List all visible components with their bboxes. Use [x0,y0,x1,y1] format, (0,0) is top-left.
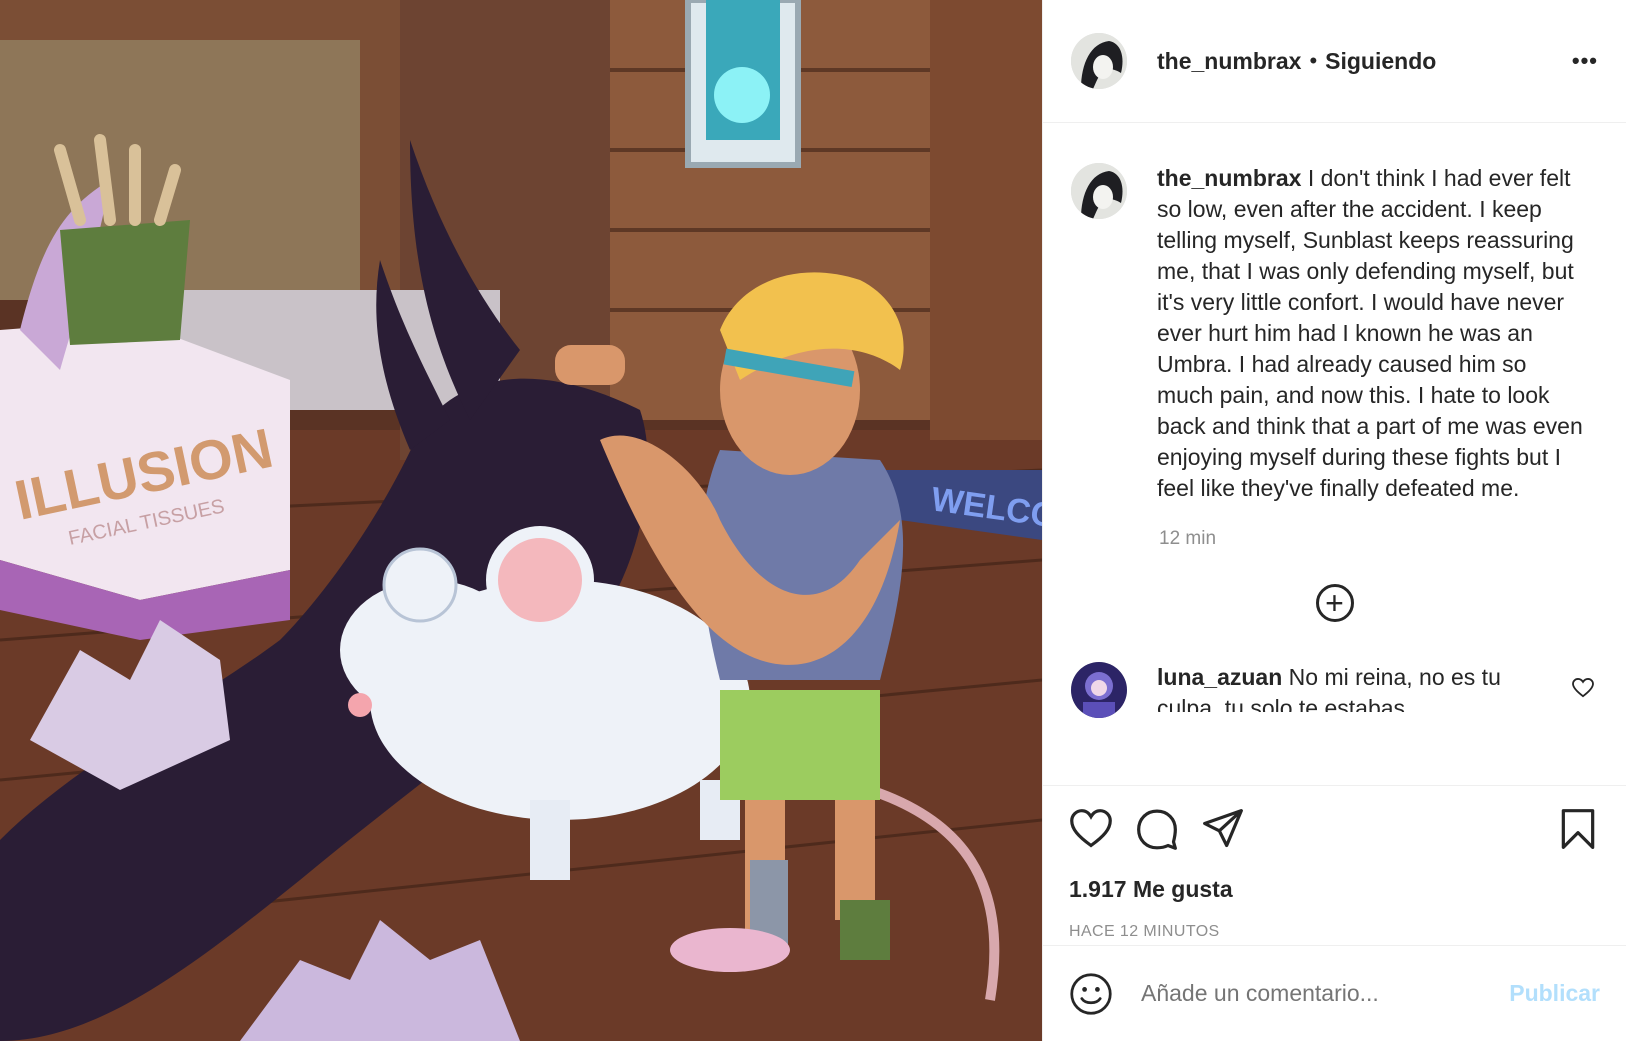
caption: the_numbrax I don't think I had ever fel… [1071,163,1598,504]
caption-time[interactable]: 12 min [1159,528,1598,550]
more-options-icon[interactable]: ••• [1572,48,1598,74]
follow-status-button[interactable]: Siguiendo [1325,48,1436,75]
comment-item: luna_azuan No mi reina, no es tu culpa, … [1071,662,1598,718]
post-image[interactable]: WELCOME ILLUSION FACIAL TISSUES [0,0,1042,1041]
author-avatar[interactable] [1071,33,1127,89]
post-side-panel: the_numbrax • Siguiendo ••• the_numbrax … [1042,0,1626,1041]
comment-input[interactable] [1139,979,1510,1008]
likes-count[interactable]: 1.917 Me gusta [1069,876,1600,903]
comments-section[interactable]: the_numbrax I don't think I had ever fel… [1043,123,1626,785]
post-actions: 1.917 Me gusta HACE 12 MINUTOS [1043,785,1626,945]
caption-text: the_numbrax I don't think I had ever fel… [1157,163,1587,504]
action-icons [1069,804,1600,854]
plus-circle-icon[interactable]: + [1315,584,1354,622]
instagram-post: WELCOME ILLUSION FACIAL TISSUES the_numb… [0,0,1626,1041]
share-icon[interactable] [1201,807,1245,851]
avatar-image [1071,33,1127,89]
avatar-image [1071,662,1127,718]
post-date[interactable]: HACE 12 MINUTOS [1069,923,1600,941]
comment-icon[interactable] [1135,807,1179,851]
emoji-icon[interactable] [1069,972,1113,1016]
caption-avatar[interactable] [1071,163,1127,219]
header-separator: • [1309,48,1318,73]
comment-username[interactable]: luna_azuan [1157,664,1282,690]
heart-icon[interactable] [1069,807,1113,851]
load-more-comments[interactable]: + [1071,584,1598,622]
illustration: WELCOME ILLUSION FACIAL TISSUES [0,0,1042,1041]
comment-text: luna_azuan No mi reina, no es tu culpa, … [1157,662,1557,712]
commenter-avatar[interactable] [1071,662,1127,718]
add-comment-bar: Publicar [1043,945,1626,1041]
post-header: the_numbrax • Siguiendo ••• [1043,0,1626,123]
author-username[interactable]: the_numbrax [1157,48,1301,75]
comment-like-heart-icon[interactable] [1572,677,1594,704]
publish-button[interactable]: Publicar [1509,980,1600,1007]
caption-username[interactable]: the_numbrax [1157,165,1301,191]
caption-body: I don't think I had ever felt so low, ev… [1157,165,1583,501]
bookmark-icon[interactable] [1556,807,1600,851]
avatar-image [1071,163,1127,219]
